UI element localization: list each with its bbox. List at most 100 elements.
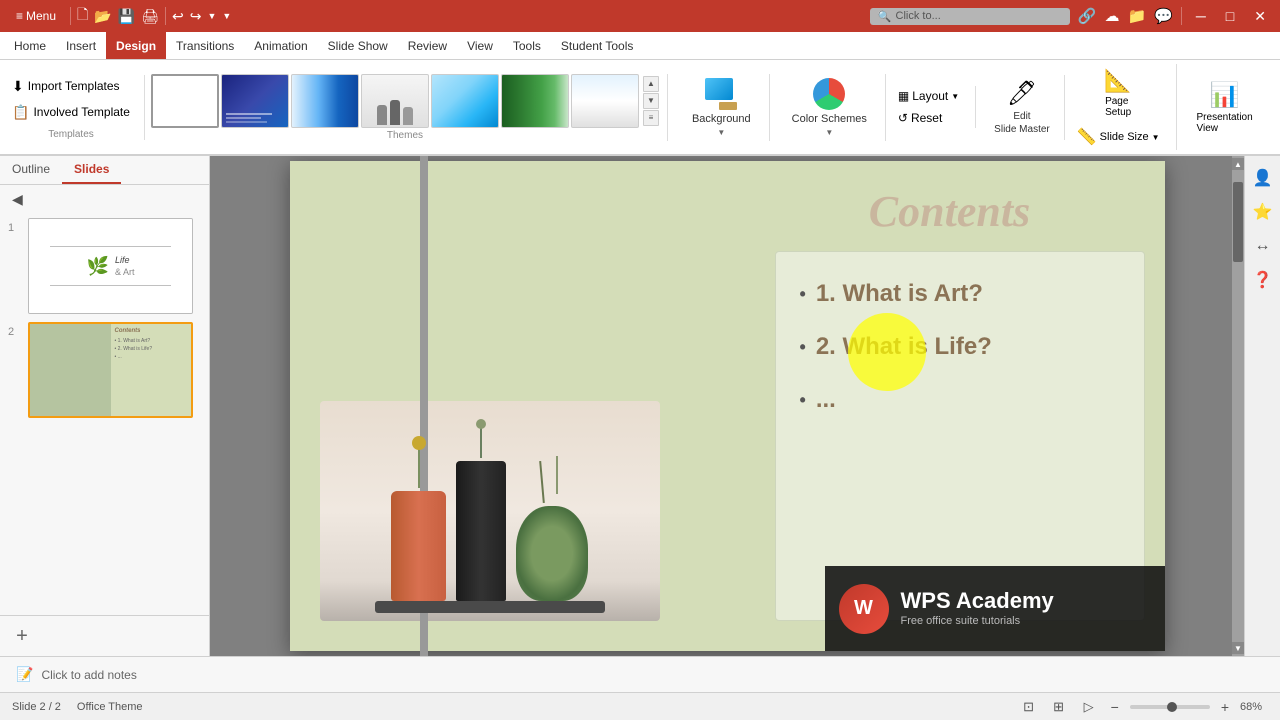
menu-label: Menu [26, 9, 56, 23]
slide-image-area [310, 201, 670, 621]
panel-back-btn[interactable]: ◀ [6, 189, 29, 210]
tab-home[interactable]: Home [4, 32, 56, 59]
slide-title[interactable]: Contents [765, 186, 1135, 237]
tab-view[interactable]: View [457, 32, 503, 59]
page-setup-label: PageSetup [1105, 96, 1131, 118]
layout-section: ▦ Layout ▼ ↺ Reset [890, 86, 976, 128]
background-label: Background [692, 113, 751, 125]
slide-size-arrow: ▼ [1152, 133, 1160, 142]
folder-icon[interactable]: 📁 [1128, 7, 1147, 25]
slide-2-number: 2 [8, 326, 22, 338]
zoom-out-btn[interactable]: − [1108, 699, 1122, 715]
templates-section: ⬇ Import Templates 📋 Involved Template T… [6, 75, 145, 140]
theme-lines[interactable] [221, 74, 289, 128]
slide-item-2[interactable]: 2 Contents • 1. What is Art? • 2. What i… [8, 322, 201, 418]
import-icon: ⬇ [12, 78, 24, 95]
notes-placeholder[interactable]: Click to add notes [41, 668, 136, 682]
theme-blank[interactable] [151, 74, 219, 128]
zoom-level: 68% [1240, 701, 1268, 713]
status-right: ⊡ ⊞ ▷ − + 68% [1018, 696, 1268, 718]
theme-window[interactable] [431, 74, 499, 128]
zoom-thumb[interactable] [1167, 702, 1177, 712]
highlight-circle [848, 313, 926, 391]
menu-icon: ≡ [16, 9, 23, 23]
share-icon[interactable]: 🔗 [1078, 7, 1097, 25]
undo-icon[interactable]: ↩ [172, 8, 184, 25]
tab-slideshow[interactable]: Slide Show [318, 32, 398, 59]
zoom-in-btn[interactable]: + [1218, 699, 1232, 715]
slide-view: Contents • 1. What is Art? • 2. What is … [210, 156, 1244, 656]
right-panel-btn-2[interactable]: ⭐ [1249, 198, 1277, 226]
right-panel-btn-1[interactable]: 👤 [1249, 164, 1277, 192]
slide-size-button[interactable]: 📏 Slide Size ▼ [1069, 124, 1168, 150]
reset-button[interactable]: ↺ Reset [890, 108, 967, 128]
tab-animation[interactable]: Animation [244, 32, 317, 59]
gallery-up-btn[interactable]: ▲ [643, 76, 659, 92]
slide-2-thumb[interactable]: Contents • 1. What is Art? • 2. What is … [28, 322, 193, 418]
reading-view-btn[interactable]: ▷ [1078, 696, 1100, 718]
right-panel-btn-3[interactable]: ↔ [1249, 232, 1277, 260]
layout-icon: ▦ [898, 89, 909, 103]
comment-icon[interactable]: 💬 [1154, 7, 1173, 25]
tab-design[interactable]: Design [106, 32, 166, 59]
redo-dropdown-icon[interactable]: ▼ [222, 11, 231, 21]
scroll-up-btn[interactable]: ▲ [1232, 158, 1244, 170]
ribbon-tabs: Home Insert Design Transitions Animation… [0, 32, 1280, 60]
content-item-2: • 2. What is Life? [800, 333, 1120, 361]
new-file-icon[interactable]: 🗋 [77, 4, 88, 28]
add-slide-button[interactable]: + [8, 622, 36, 650]
gallery-more-btn[interactable]: ≡ [643, 110, 659, 126]
bullet-2: • [800, 337, 806, 358]
import-templates-button[interactable]: ⬇ Import Templates [6, 75, 136, 98]
theme-snow[interactable] [571, 74, 639, 128]
open-file-icon[interactable]: 📂 [94, 8, 111, 25]
right-panel-btn-4[interactable]: ❓ [1249, 266, 1277, 294]
theme-people[interactable] [361, 74, 429, 128]
gallery-controls: ▲ ▼ ≡ [643, 76, 659, 126]
slide-scrollbar[interactable]: ▲ ▼ [1232, 156, 1244, 656]
slide-1-number: 1 [8, 222, 22, 234]
scroll-down-btn[interactable]: ▼ [1232, 642, 1244, 654]
slide-item-1[interactable]: 1 🌿 Life & Art [8, 218, 201, 314]
theme-green[interactable] [501, 74, 569, 128]
slide-sorter-btn[interactable]: ⊞ [1048, 696, 1070, 718]
gallery-down-btn[interactable]: ▼ [643, 93, 659, 109]
theme-info: Office Theme [77, 701, 143, 713]
undo-dropdown-icon[interactable]: ▼ [207, 11, 216, 21]
edit-slide-master-button[interactable]: 🖊 EditSlide Master [988, 75, 1056, 140]
page-setup-button[interactable]: 📐 PageSetup [1069, 64, 1168, 122]
slides-list: 1 🌿 Life & Art [0, 214, 209, 615]
search-bar[interactable]: 🔍 Click to... [870, 8, 1070, 25]
minimize-btn[interactable]: ─ [1190, 8, 1212, 24]
slides-tab[interactable]: Slides [62, 156, 121, 184]
themes-gallery: ▲ ▼ ≡ [151, 74, 659, 128]
cloud-icon[interactable]: ☁ [1105, 7, 1120, 25]
color-schemes-button[interactable]: Color Schemes ▼ [784, 74, 875, 141]
zoom-slider[interactable] [1130, 705, 1210, 709]
tab-review[interactable]: Review [398, 32, 457, 59]
maximize-btn[interactable]: □ [1220, 8, 1240, 24]
layout-label: Layout [912, 89, 948, 103]
slide-1-thumb[interactable]: 🌿 Life & Art [28, 218, 193, 314]
tab-tools[interactable]: Tools [503, 32, 551, 59]
normal-view-btn[interactable]: ⊡ [1018, 696, 1040, 718]
layout-button[interactable]: ▦ Layout ▼ [890, 86, 967, 106]
content-text-3: ... [816, 386, 836, 414]
redo-icon[interactable]: ↪ [190, 8, 202, 25]
close-btn[interactable]: ✕ [1248, 8, 1272, 25]
main-area: Outline Slides ◀ 1 🌿 Life [0, 156, 1280, 656]
theme-blue-stripes[interactable] [291, 74, 359, 128]
involved-icon: 📋 [12, 104, 29, 121]
involved-template-button[interactable]: 📋 Involved Template [6, 101, 136, 124]
scroll-thumb[interactable] [1233, 182, 1243, 262]
tab-transitions[interactable]: Transitions [166, 32, 244, 59]
save-icon[interactable]: 💾 [118, 8, 135, 25]
tab-student-tools[interactable]: Student Tools [551, 32, 644, 59]
menu-button[interactable]: ≡ Menu [8, 7, 64, 25]
presentation-view-button[interactable]: 📊 PresentationView [1189, 77, 1261, 138]
tab-insert[interactable]: Insert [56, 32, 106, 59]
background-button[interactable]: Background ▼ [684, 74, 759, 141]
print-icon[interactable]: 🖨 [141, 8, 159, 25]
outline-tab[interactable]: Outline [0, 156, 62, 184]
search-icon: 🔍 [878, 10, 892, 23]
